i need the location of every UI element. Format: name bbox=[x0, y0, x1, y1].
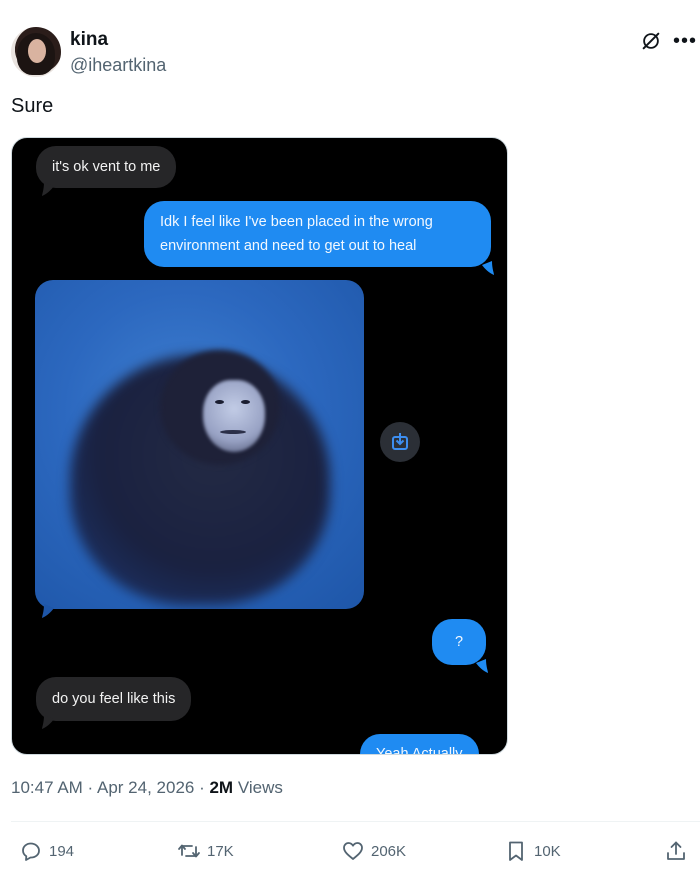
download-icon bbox=[392, 433, 408, 450]
gorilla-face bbox=[203, 380, 265, 452]
gorilla-image[interactable] bbox=[35, 280, 364, 609]
author-name[interactable]: kina bbox=[70, 29, 108, 51]
bubble-tail bbox=[482, 261, 494, 275]
views-count: 2M bbox=[209, 778, 234, 797]
like-button[interactable]: 206K bbox=[341, 838, 406, 864]
message-bubble-sent: Idk I feel like I've been placed in the … bbox=[144, 201, 491, 267]
bookmark-button[interactable]: 10K bbox=[504, 838, 561, 864]
message-bubble-sent: Yeah Actually bbox=[360, 734, 479, 754]
bubble-tail bbox=[42, 604, 54, 618]
repost-icon bbox=[178, 844, 200, 858]
message-bubble-received: do you feel like this bbox=[36, 677, 192, 721]
divider bbox=[11, 821, 700, 822]
grok-icon[interactable] bbox=[640, 30, 662, 52]
save-image-button[interactable] bbox=[380, 422, 420, 462]
tweet-text: Sure bbox=[11, 95, 54, 117]
bubble-tail bbox=[476, 659, 488, 673]
repost-count: 17K bbox=[207, 842, 234, 860]
tweet-meta: 10:47 AM · Apr 24, 2026 · 2M Views bbox=[11, 778, 283, 797]
views-label: Views bbox=[237, 778, 283, 797]
tweet-media[interactable]: it's ok vent to me Idk I feel like I've … bbox=[11, 137, 508, 755]
avatar-face bbox=[28, 39, 46, 63]
tweet-date[interactable]: Apr 24, 2026 bbox=[97, 778, 194, 797]
gorilla-eye bbox=[241, 400, 250, 404]
gorilla-eye bbox=[215, 400, 224, 404]
share-icon bbox=[667, 841, 685, 860]
bookmark-icon bbox=[509, 841, 523, 861]
more-options-icon[interactable]: ••• bbox=[673, 31, 697, 51]
avatar[interactable] bbox=[11, 27, 61, 77]
bubble-tail bbox=[42, 715, 54, 729]
reply-button[interactable]: 194 bbox=[19, 838, 74, 864]
author-handle[interactable]: @iheartkina bbox=[70, 55, 166, 76]
reply-icon bbox=[22, 842, 40, 861]
heart-icon bbox=[343, 842, 363, 860]
gorilla-mouth bbox=[220, 430, 246, 434]
like-count: 206K bbox=[371, 842, 407, 860]
tweet-time[interactable]: 10:47 AM bbox=[11, 778, 83, 797]
bookmark-count: 10K bbox=[534, 842, 561, 860]
message-bubble-received: it's ok vent to me bbox=[36, 146, 177, 188]
share-button[interactable] bbox=[664, 838, 694, 864]
reply-count: 194 bbox=[49, 842, 75, 860]
repost-button[interactable]: 17K bbox=[177, 838, 234, 864]
bubble-tail bbox=[42, 182, 54, 196]
